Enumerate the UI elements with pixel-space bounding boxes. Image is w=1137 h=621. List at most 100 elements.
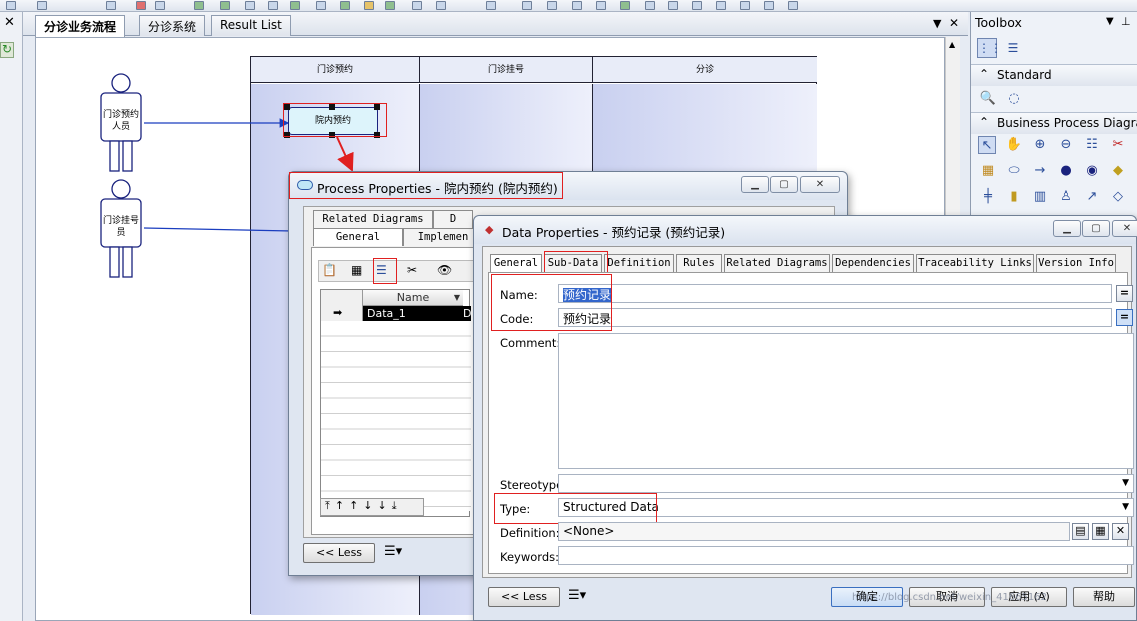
toolbar-icon[interactable] bbox=[596, 1, 606, 10]
tab-dependencies[interactable]: Dependencies bbox=[832, 254, 914, 272]
tab-business-flow[interactable]: 分诊业务流程 bbox=[35, 15, 126, 37]
properties-icon[interactable]: 📋 bbox=[322, 263, 337, 277]
close-button[interactable]: ✕ bbox=[1112, 220, 1137, 237]
cut-icon[interactable]: ✂ bbox=[1109, 136, 1127, 154]
selection-handle[interactable] bbox=[329, 132, 335, 138]
toolbox-section-bpd[interactable]: ⌃Business Process Diagram bbox=[971, 112, 1137, 134]
dialog-titlebar[interactable]: ◆ Data Properties - 预约记录 (预约记录) bbox=[474, 216, 1136, 244]
link-tool-icon[interactable]: ↗ bbox=[1083, 188, 1101, 206]
selection-handle[interactable] bbox=[329, 104, 335, 110]
add-data-icon[interactable]: ☰ bbox=[376, 263, 387, 277]
toolbar-icon[interactable] bbox=[385, 1, 395, 10]
definition-field[interactable]: <None> bbox=[558, 522, 1070, 541]
tab-implementation[interactable]: Implemen bbox=[403, 228, 483, 246]
toolbar-icon[interactable] bbox=[106, 1, 116, 10]
note-tool-icon[interactable]: ◇ bbox=[1109, 188, 1127, 206]
tab-related-diagrams[interactable]: Related Diagrams bbox=[724, 254, 830, 272]
stereotype-select[interactable]: ▼ bbox=[558, 474, 1134, 493]
toolbar-icon[interactable] bbox=[412, 1, 422, 10]
toolbox-dropdown-icon[interactable]: ▼ bbox=[1106, 16, 1114, 27]
selection-handle[interactable] bbox=[374, 104, 380, 110]
toolbar-icon[interactable] bbox=[668, 1, 678, 10]
toolbox-section-standard[interactable]: ⌃ Standard bbox=[971, 64, 1137, 86]
toolbar-icon[interactable] bbox=[155, 1, 165, 10]
toolbar-icon[interactable] bbox=[37, 1, 47, 10]
tab-triage-system[interactable]: 分诊系统 bbox=[139, 15, 206, 36]
grid-view-icon[interactable]: ⋮⋮ bbox=[977, 38, 1002, 58]
flow-tool-icon[interactable]: → bbox=[1031, 162, 1049, 180]
toolbar-icon[interactable] bbox=[364, 1, 374, 10]
tab-result-list[interactable]: Result List bbox=[211, 15, 291, 36]
tab-general[interactable]: General bbox=[313, 228, 403, 246]
toolbar-icon[interactable] bbox=[740, 1, 750, 10]
tab-dropdown-icon[interactable]: ▼ bbox=[933, 17, 941, 30]
tab-rules[interactable]: Rules bbox=[676, 254, 722, 272]
toolbar-icon[interactable] bbox=[136, 1, 146, 10]
code-field[interactable]: 预约记录 bbox=[558, 308, 1112, 327]
actor-outpatient-registration[interactable]: 门诊挂号员 bbox=[98, 179, 144, 279]
toolbar-icon[interactable] bbox=[486, 1, 496, 10]
tab-related-diagrams[interactable]: Related Diagrams bbox=[313, 210, 433, 228]
decision-tool-icon[interactable]: ◆ bbox=[1109, 162, 1127, 180]
tab-traceability-links[interactable]: Traceability Links bbox=[916, 254, 1034, 272]
name-equal-button[interactable]: = bbox=[1116, 285, 1133, 302]
keywords-field[interactable] bbox=[558, 546, 1134, 565]
definition-clear-button[interactable]: ✕ bbox=[1112, 523, 1129, 540]
maximize-button[interactable]: ▢ bbox=[770, 176, 798, 193]
comment-textarea[interactable] bbox=[558, 333, 1134, 469]
definition-create-button[interactable]: ▦ bbox=[1092, 523, 1109, 540]
zoom-out-icon[interactable]: ⊖ bbox=[1057, 136, 1075, 154]
start-tool-icon[interactable]: ● bbox=[1057, 162, 1075, 180]
toolbar-icon[interactable] bbox=[6, 1, 16, 10]
help-button[interactable]: 帮助 bbox=[1073, 587, 1135, 607]
name-field[interactable]: 预约记录 bbox=[558, 284, 1112, 303]
zoom-icon[interactable]: 🔍 bbox=[979, 90, 997, 108]
pointer-icon[interactable]: ↖ bbox=[978, 136, 996, 154]
properties-icon[interactable]: ☷ bbox=[1083, 136, 1101, 154]
grid-cell-name[interactable]: Data_1 bbox=[363, 306, 463, 321]
toolbar-icon[interactable] bbox=[620, 1, 630, 10]
less-button[interactable]: << Less bbox=[303, 543, 375, 563]
refresh-icon[interactable]: ↻ bbox=[0, 42, 14, 58]
find-icon[interactable]: 👁 bbox=[437, 263, 452, 277]
tab-more[interactable]: D bbox=[433, 210, 473, 228]
row-move-toolbar[interactable]: ⤒↑↑↓↓⤓ bbox=[320, 498, 424, 516]
zoom-in-icon[interactable]: ⊕ bbox=[1031, 136, 1049, 154]
end-tool-icon[interactable]: ◉ bbox=[1083, 162, 1101, 180]
toolbar-icon[interactable] bbox=[194, 1, 204, 10]
toolbar-icon[interactable] bbox=[245, 1, 255, 10]
lane-header[interactable]: 门诊挂号 bbox=[420, 57, 593, 83]
selection-handle[interactable] bbox=[284, 104, 290, 110]
toolbar-icon[interactable] bbox=[692, 1, 702, 10]
process-node[interactable]: 院内预约 bbox=[288, 107, 378, 135]
toolbar-icon[interactable] bbox=[436, 1, 446, 10]
data-store-icon[interactable]: ▮ bbox=[1005, 188, 1023, 206]
toolbar-icon[interactable] bbox=[340, 1, 350, 10]
selection-handle[interactable] bbox=[374, 132, 380, 138]
cut-icon[interactable]: ✂ bbox=[407, 263, 417, 277]
tab-general[interactable]: General bbox=[490, 254, 542, 272]
package-icon[interactable]: ▦ bbox=[979, 162, 997, 180]
close-icon[interactable]: ✕ bbox=[4, 15, 15, 30]
toolbar-icon[interactable] bbox=[716, 1, 726, 10]
list-view-icon[interactable]: ☰ bbox=[1003, 38, 1023, 58]
lane-header[interactable]: 分诊 bbox=[593, 57, 817, 83]
scroll-up-icon[interactable]: ▲ bbox=[949, 40, 955, 49]
toolbar-icon[interactable] bbox=[268, 1, 278, 10]
data-grid[interactable]: Name ▼ Data_1 D ➡ bbox=[320, 289, 471, 517]
tab-sub-data[interactable]: Sub-Data bbox=[544, 254, 602, 272]
lasso-icon[interactable]: ◌ bbox=[1005, 90, 1023, 108]
toolbar-icon[interactable] bbox=[572, 1, 582, 10]
menu-icon[interactable]: ☰▾ bbox=[384, 544, 402, 559]
toolbar-icon[interactable] bbox=[316, 1, 326, 10]
type-select[interactable]: Structured Data ▼ bbox=[558, 498, 1134, 517]
table-tool-icon[interactable]: ▥ bbox=[1031, 188, 1049, 206]
process-tool-icon[interactable]: ⬭ bbox=[1005, 162, 1023, 180]
less-button[interactable]: << Less bbox=[488, 587, 560, 607]
tab-definition[interactable]: Definition bbox=[604, 254, 674, 272]
minimize-button[interactable]: ▁ bbox=[741, 176, 769, 193]
toolbar-icon[interactable] bbox=[547, 1, 557, 10]
minimize-button[interactable]: ▁ bbox=[1053, 220, 1081, 237]
toolbar-icon[interactable] bbox=[788, 1, 798, 10]
toolbar-icon[interactable] bbox=[220, 1, 230, 10]
